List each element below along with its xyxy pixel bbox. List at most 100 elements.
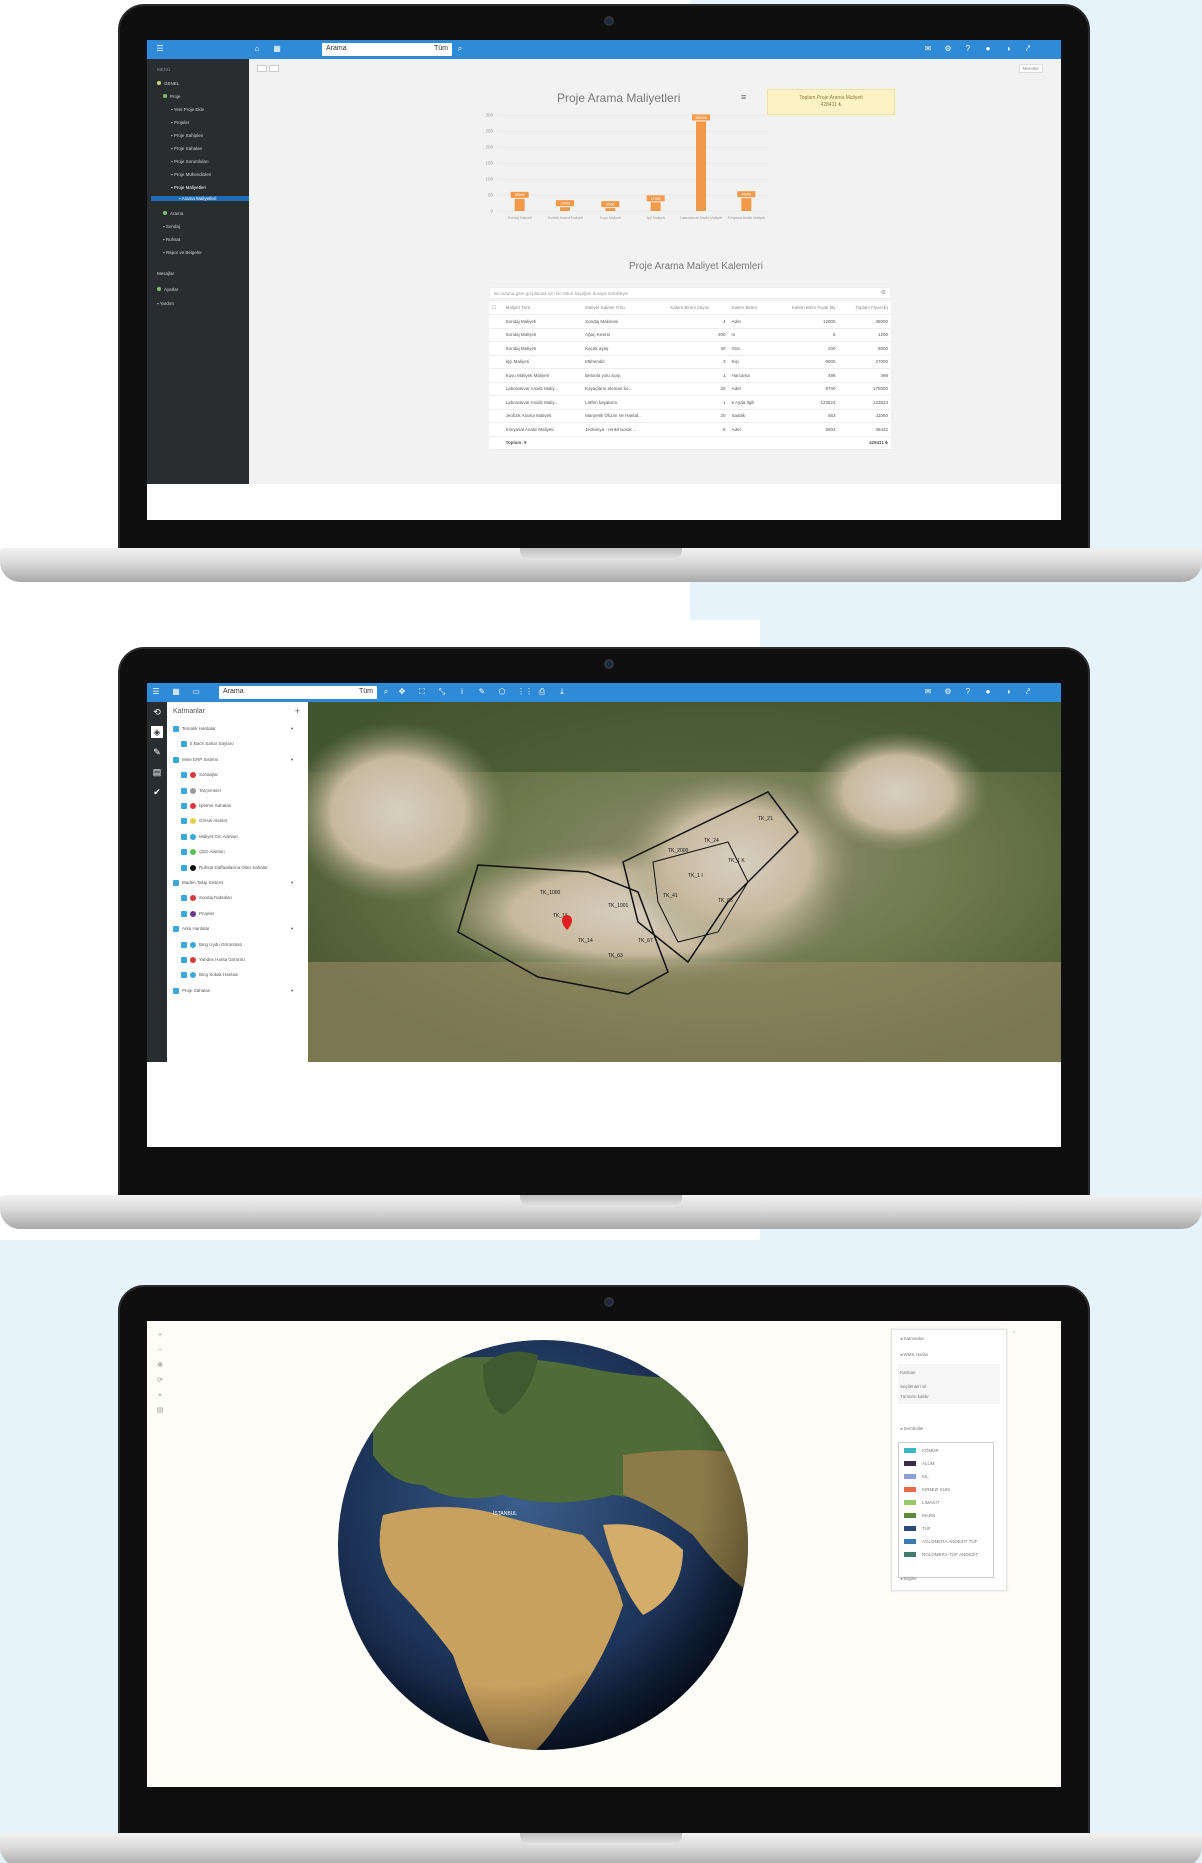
layer-group[interactable]: Temalık Haritalar ▾	[173, 726, 293, 732]
chevron-down-icon[interactable]: ▾	[291, 726, 293, 732]
user-icon[interactable]: ●	[983, 687, 993, 697]
map-feature-label[interactable]: TK_14	[578, 938, 593, 944]
layers-icon[interactable]: ◈	[151, 726, 163, 738]
layers-icon[interactable]: ▦	[272, 44, 282, 54]
layer-checkbox[interactable]	[181, 941, 187, 948]
search-filter[interactable]: Tüm	[434, 45, 448, 52]
layer-checkbox[interactable]	[181, 818, 187, 825]
sidebar-item-proje-sahipleri[interactable]: ▪ Proje Sahipleri	[171, 133, 203, 138]
map-feature-label[interactable]: TK_65	[718, 898, 733, 904]
layer-item[interactable]: Yandex Harita Görüntü	[181, 957, 245, 963]
help-icon[interactable]: ?	[963, 44, 973, 54]
sidebar-item-genel[interactable]: GENEL	[157, 81, 179, 86]
sidebar-item-proje-maliyetleri[interactable]: ▪ Proje Maliyetleri	[171, 185, 206, 190]
layer-checkbox[interactable]	[181, 864, 187, 871]
chevron-down-icon[interactable]: ▾	[291, 988, 293, 994]
info-icon[interactable]: i	[457, 687, 467, 697]
bar[interactable]	[514, 198, 525, 211]
share-icon[interactable]: ⤤	[1023, 44, 1033, 54]
layer-item[interactable]: Ruhsat Daffaatlarına Olan Sahalar	[181, 864, 268, 871]
settings-icon[interactable]: ⚙	[943, 687, 953, 697]
bar[interactable]	[741, 198, 752, 211]
print-icon[interactable]: ⎙	[537, 687, 547, 697]
mail-icon[interactable]: ✉	[923, 44, 933, 54]
column-header[interactable]: Maliyet Türü	[502, 301, 583, 315]
menu-icon[interactable]: ☰	[155, 44, 165, 54]
sidebar-item-arama-maliyetleri[interactable]: ▪ Arama Maliyetleri	[151, 196, 249, 201]
row-checkbox[interactable]	[489, 328, 503, 342]
panel-item-remove-selected[interactable]: Seçilenleri sil	[900, 1384, 926, 1389]
measure-icon[interactable]: ⤡	[437, 687, 447, 697]
row-checkbox[interactable]	[489, 314, 503, 329]
locate-icon[interactable]: ⌖	[155, 1391, 165, 1401]
mail-icon[interactable]: ✉	[923, 687, 933, 697]
layer-group[interactable]: Arka Haritalar ▾	[173, 926, 293, 933]
sidebar-item-rapor[interactable]: ▪ Rapor ve Belgeler	[163, 250, 202, 255]
grid-icon[interactable]: ⋮⋮	[517, 687, 533, 697]
chevron-down-icon[interactable]: ▾	[291, 926, 293, 932]
sidebar-item-yeni-proje[interactable]: ▪ Yeni Proje Ekle	[171, 107, 204, 112]
layer-checkbox[interactable]	[181, 957, 187, 963]
map-feature-label[interactable]: TK_67	[638, 938, 653, 944]
layer-item[interactable]: Sondajlar	[181, 772, 218, 779]
chevron-down-icon[interactable]: ▾	[291, 757, 293, 763]
draw-icon[interactable]: ✎	[477, 687, 487, 697]
table-row[interactable]: Jeofizik Arama Maliyeti Manyetik Ölçüm Ve…	[489, 409, 891, 423]
map-feature-label[interactable]: TK_1001	[608, 903, 629, 909]
bar[interactable]	[650, 202, 661, 211]
settings-icon[interactable]: ⚙	[943, 44, 953, 54]
layer-item[interactable]: ÇED Alanları	[181, 849, 225, 856]
toolbar-menus-button[interactable]: Menüler	[1018, 64, 1043, 73]
sidebar-item-proje-sahalari[interactable]: ▪ Proje Sahaları	[171, 146, 202, 151]
layers-icon[interactable]: ▤	[155, 1406, 165, 1416]
user-icon[interactable]: ●	[983, 44, 993, 54]
home-icon[interactable]: ⌂	[252, 44, 262, 54]
layer-item[interactable]: Bing Uydu Görüntüsü	[181, 941, 242, 948]
layer-group[interactable]: Proje Sahaları ▾	[173, 987, 293, 994]
search-input[interactable]: Arama Tüm	[219, 686, 377, 699]
sidebar-item-arama[interactable]: Arama	[163, 211, 183, 216]
sidebar-item-mesajlar[interactable]: Mesajlar	[157, 271, 174, 276]
layer-item[interactable]: Sondaj Noktaları	[181, 895, 232, 902]
satellite-map[interactable]: TK_1000 TK_1001 TK_2000 TK_1 I TK_1 K TK_24 TK…	[308, 702, 1061, 1062]
bar[interactable]	[605, 208, 616, 211]
table-row[interactable]: Sondaj Maliyeti Kaçak ayaş 30 Gün 200 6000	[489, 341, 891, 356]
check-icon[interactable]: ✔	[151, 786, 163, 798]
layer-item[interactable]: 5 Bach Sahar Saylaro	[181, 741, 234, 748]
layer-checkbox[interactable]	[181, 849, 187, 856]
zoom-out-icon[interactable]: −	[155, 1346, 165, 1356]
polygon-icon[interactable]: ⬠	[497, 687, 507, 697]
row-checkbox[interactable]	[489, 409, 503, 423]
sidebar-item-proje-sorumlulari[interactable]: ▪ Proje Sorumluları	[171, 159, 209, 164]
row-checkbox[interactable]	[489, 341, 503, 356]
sidebar-item-projeler[interactable]: ▪ Projeler	[171, 120, 189, 125]
table-row[interactable]: Kuyu Maliyeti Maliyeti Betonla yolu açışı…	[489, 368, 891, 383]
layer-checkbox[interactable]	[181, 972, 187, 979]
table-row[interactable]: Sondaj Maliyeti Ağaç Kesimi 200 m 6 1200	[489, 328, 891, 342]
add-layer-icon[interactable]: +	[295, 706, 300, 716]
map-feature-label[interactable]: TK_1000	[540, 890, 561, 896]
layer-item[interactable]: İşletme Sahaları	[181, 803, 232, 809]
layer-checkbox[interactable]	[181, 910, 187, 917]
chart-menu-icon[interactable]: ≡	[741, 92, 746, 102]
map-feature-label[interactable]: TK_21	[758, 816, 773, 822]
column-header[interactable]: Kalem Birimi	[728, 301, 772, 315]
layer-checkbox[interactable]	[173, 987, 179, 994]
panel-collapse-icon[interactable]: ›	[1013, 1329, 1015, 1336]
fullscreen-icon[interactable]: ⛶	[417, 687, 427, 697]
table-icon[interactable]: ▤	[151, 766, 163, 778]
layer-checkbox[interactable]	[173, 756, 179, 763]
panel-item-remove-all[interactable]: Tümünü kaldır	[900, 1394, 929, 1399]
layer-item[interactable]: Görsel Alanlar	[181, 818, 227, 825]
row-checkbox[interactable]	[489, 422, 503, 437]
help-icon[interactable]: ?	[963, 687, 973, 697]
bar[interactable]	[560, 207, 570, 211]
layer-item[interactable]: Maliyet Giri Alanları	[181, 833, 238, 840]
map-feature-label[interactable]: TK_2000	[668, 848, 689, 854]
map-feature-label[interactable]: TK_1 I	[688, 873, 703, 879]
column-header[interactable]: Maliyet Kalemi Türü	[582, 301, 668, 315]
column-header[interactable]: Kalem Birim Fiyatı (₺)	[771, 301, 839, 315]
pan-icon[interactable]: ✥	[397, 687, 407, 697]
sidebar-item-ayarlar[interactable]: Ayarlar	[157, 287, 178, 292]
sidebar-item-sondaj[interactable]: ▪ Sondaj	[163, 224, 180, 229]
